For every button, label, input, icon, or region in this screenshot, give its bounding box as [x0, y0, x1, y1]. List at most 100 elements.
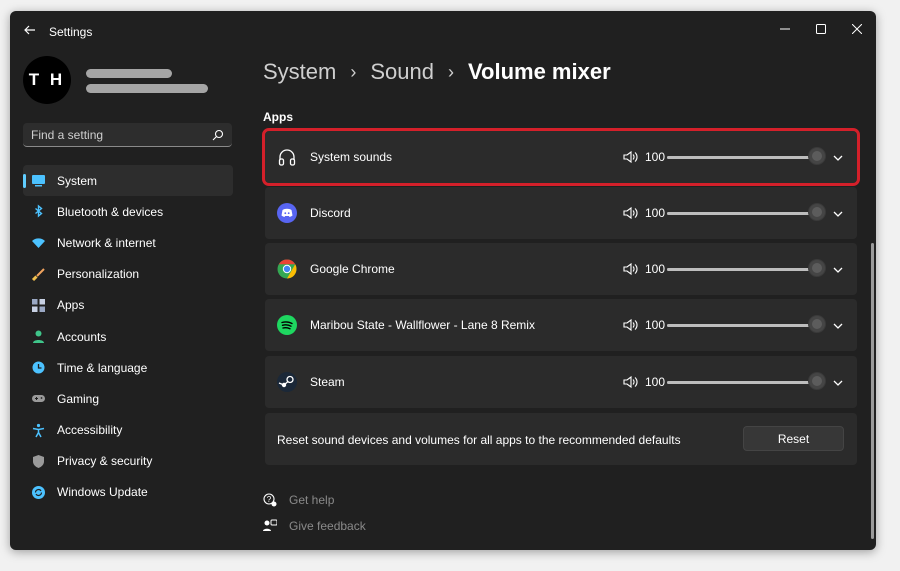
scrollbar[interactable]: [871, 243, 874, 539]
volume-slider-thumb[interactable]: [808, 315, 826, 333]
sidebar-item-label: Network & internet: [57, 235, 156, 250]
person-icon: [31, 329, 46, 344]
maximize-icon: [816, 24, 826, 34]
apps-section-title: Apps: [263, 110, 293, 124]
sidebar-item-label: Bluetooth & devices: [57, 204, 164, 219]
apps-icon: [31, 298, 46, 313]
sidebar-item-windows-update[interactable]: Windows Update: [23, 477, 233, 508]
sidebar-item-gaming[interactable]: Gaming: [23, 383, 233, 414]
sidebar-item-label: Time & language: [57, 360, 148, 375]
volume-slider-fill: [667, 324, 817, 327]
chevron-down-icon[interactable]: [832, 319, 844, 331]
breadcrumb-separator: ›: [350, 61, 357, 82]
sidebar-item-label: Apps: [57, 298, 85, 313]
breadcrumb-separator: ›: [447, 61, 454, 82]
sidebar-item-network[interactable]: Network & internet: [23, 227, 233, 258]
get-help-label: Get help: [289, 493, 335, 507]
get-help-link[interactable]: ? Get help: [263, 493, 334, 507]
volume-slider-track[interactable]: [667, 212, 817, 215]
app-row-google-chrome[interactable]: Google Chrome 100: [265, 243, 857, 295]
volume-value: 100: [645, 262, 666, 276]
feedback-icon: [263, 519, 277, 531]
speaker-icon[interactable]: [623, 375, 638, 389]
sidebar-item-apps[interactable]: Apps: [23, 290, 233, 321]
volume-slider-thumb[interactable]: [808, 372, 826, 390]
wifi-icon: [31, 235, 46, 250]
app-name: Steam: [310, 375, 345, 389]
sidebar-item-label: Accessibility: [57, 423, 123, 438]
svg-text:?: ?: [267, 495, 272, 504]
sidebar-item-privacy[interactable]: Privacy & security: [23, 446, 233, 477]
volume-value: 100: [645, 318, 666, 332]
close-button[interactable]: [842, 16, 872, 42]
sidebar-item-label: Personalization: [57, 267, 140, 282]
accessibility-icon: [31, 423, 46, 438]
app-row-steam[interactable]: Steam 100: [265, 356, 857, 408]
app-row-system-sounds[interactable]: System sounds 100: [262, 128, 860, 186]
settings-window: Settings T H Find a setting System Bluet…: [10, 11, 876, 550]
reset-row: Reset sound devices and volumes for all …: [265, 413, 857, 465]
gamepad-icon: [31, 391, 46, 406]
sidebar-item-bluetooth[interactable]: Bluetooth & devices: [23, 196, 233, 227]
volume-slider-fill: [667, 381, 817, 384]
breadcrumb-sound[interactable]: Sound: [370, 59, 434, 85]
volume-slider-track[interactable]: [667, 324, 817, 327]
give-feedback-link[interactable]: Give feedback: [263, 519, 366, 533]
app-name: Discord: [310, 206, 351, 220]
sidebar-nav: System Bluetooth & devices Network & int…: [23, 165, 233, 508]
maximize-button[interactable]: [806, 16, 836, 42]
app-row-spotify[interactable]: Maribou State - Wallflower - Lane 8 Remi…: [265, 299, 857, 351]
minimize-button[interactable]: [770, 16, 800, 42]
shield-icon: [31, 454, 46, 469]
volume-slider-thumb[interactable]: [808, 259, 826, 277]
chevron-down-icon[interactable]: [832, 151, 844, 163]
spotify-icon: [277, 315, 297, 335]
sidebar-item-label: Windows Update: [57, 485, 148, 500]
sidebar-item-time-language[interactable]: Time & language: [23, 352, 233, 383]
volume-value: 100: [645, 206, 666, 220]
sidebar-item-system[interactable]: System: [23, 165, 233, 197]
user-profile[interactable]: T H: [23, 56, 233, 106]
globe-clock-icon: [31, 360, 46, 375]
back-arrow-icon[interactable]: [22, 22, 38, 38]
speaker-icon[interactable]: [623, 206, 638, 220]
search-input[interactable]: Find a setting: [23, 123, 232, 147]
sidebar-item-label: Gaming: [57, 391, 100, 406]
headphones-icon: [277, 147, 297, 167]
monitor-icon: [31, 173, 46, 188]
steam-icon: [277, 372, 297, 392]
sidebar-item-accessibility[interactable]: Accessibility: [23, 415, 233, 446]
sidebar-item-personalization[interactable]: Personalization: [23, 259, 233, 290]
speaker-icon[interactable]: [623, 262, 638, 276]
page-title: Volume mixer: [467, 59, 611, 84]
speaker-icon[interactable]: [623, 318, 638, 332]
app-name: System sounds: [310, 150, 393, 164]
discord-icon: [277, 203, 297, 223]
volume-slider-thumb[interactable]: [808, 147, 826, 165]
chevron-down-icon[interactable]: [832, 263, 844, 275]
redacted-user-email: [86, 84, 208, 93]
close-icon: [852, 24, 862, 34]
app-row-discord[interactable]: Discord 100: [265, 187, 857, 239]
speaker-icon[interactable]: [623, 150, 638, 164]
title-bar: Settings: [10, 11, 876, 51]
chevron-down-icon[interactable]: [832, 207, 844, 219]
chrome-icon: [277, 259, 297, 279]
volume-slider-fill: [667, 156, 817, 159]
search-placeholder: Find a setting: [31, 128, 104, 142]
sidebar-item-accounts[interactable]: Accounts: [23, 321, 233, 352]
avatar: T H: [23, 56, 71, 104]
chevron-down-icon[interactable]: [832, 376, 844, 388]
window-title: Settings: [49, 25, 93, 39]
volume-value: 100: [645, 150, 666, 164]
volume-slider-track[interactable]: [667, 156, 817, 159]
volume-slider-track[interactable]: [667, 268, 817, 271]
update-icon: [31, 485, 46, 500]
volume-slider-thumb[interactable]: [808, 203, 826, 221]
reset-button[interactable]: Reset: [743, 426, 844, 451]
volume-slider-track[interactable]: [667, 381, 817, 384]
volume-slider-fill: [667, 212, 817, 215]
volume-slider-fill: [667, 268, 817, 271]
give-feedback-label: Give feedback: [289, 519, 366, 533]
breadcrumb-system[interactable]: System: [263, 59, 336, 85]
